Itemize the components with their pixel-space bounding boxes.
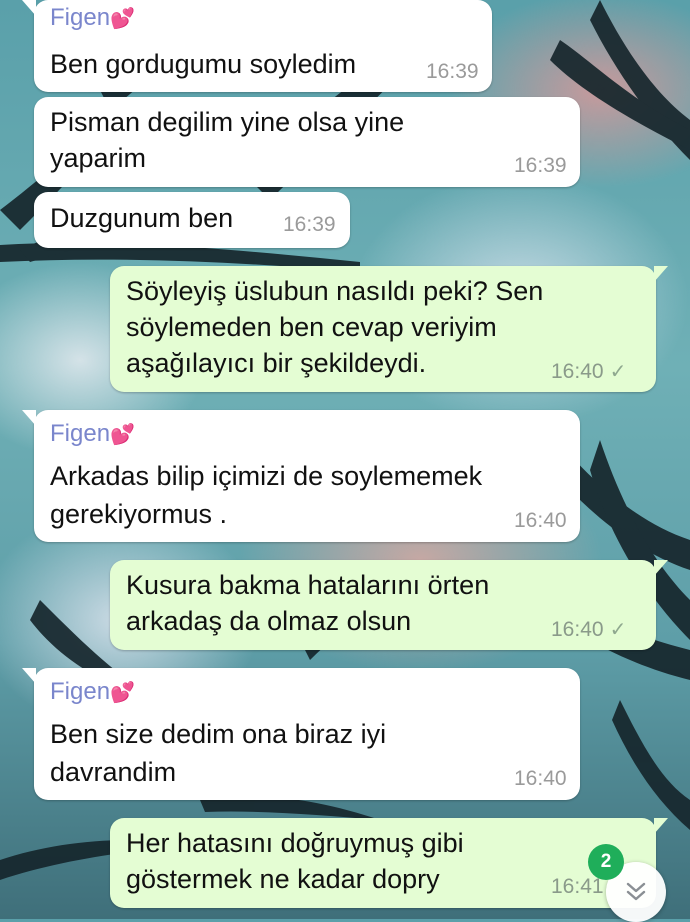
message-bubble-incoming[interactable]: Pisman degilim yine olsa yine yaparim 16… <box>34 97 580 187</box>
sender-name: Figen💕 <box>50 4 135 31</box>
message-text: yaparim <box>50 143 147 173</box>
message-time: 16:39 <box>514 154 567 177</box>
message-time: 16:40 <box>514 767 567 790</box>
message-text: Pisman degilim yine olsa yine <box>50 107 405 137</box>
message-text: Söyleyiş üslubun nasıldı peki? Sen <box>126 276 544 306</box>
check-icon: ✓ <box>609 619 627 641</box>
two-hearts-icon: 💕 <box>110 682 135 704</box>
message-text: Arkadas bilip içimizi de soylememek <box>50 461 483 491</box>
unread-count-badge: 2 <box>588 844 624 880</box>
message-bubble-incoming[interactable]: Figen💕 Arkadas bilip içimizi de soylemem… <box>22 410 580 542</box>
two-hearts-icon: 💕 <box>110 424 135 446</box>
two-hearts-icon: 💕 <box>110 8 135 30</box>
message-text: Her hatasını doğruymuş gibi <box>126 828 464 858</box>
message-bubble-incoming[interactable]: Figen💕 Ben size dedim ona biraz iyi davr… <box>22 668 580 800</box>
message-bubble-outgoing[interactable]: Söyleyiş üslubun nasıldı peki? Sen söyle… <box>110 266 668 392</box>
message-time: 16:40 <box>514 509 567 532</box>
message-time: 16:39 <box>283 213 336 236</box>
message-text: gerekiyormus . <box>50 499 228 529</box>
message-bubble-outgoing[interactable]: Her hatasını doğruymuş gibi göstermek ne… <box>110 818 668 908</box>
double-chevron-down-icon <box>626 882 646 901</box>
message-text: Ben size dedim ona biraz iyi <box>50 719 387 749</box>
message-bubble-incoming[interactable]: Figen💕 Ben gordugumu soyledim 16:39 <box>22 0 492 92</box>
message-time: 16:40 ✓ <box>551 360 627 383</box>
message-text: Duzgunum ben <box>50 203 234 233</box>
message-text: göstermek ne kadar dopry <box>126 864 440 894</box>
message-text: söylemeden ben cevap veriyim <box>126 312 497 342</box>
sender-name: Figen💕 <box>50 420 135 447</box>
message-text: arkadaş da olmaz olsun <box>126 606 412 636</box>
message-time: 16:41 <box>551 875 604 898</box>
message-bubble-outgoing[interactable]: Kusura bakma hatalarını örten arkadaş da… <box>110 560 668 650</box>
message-time: 16:39 <box>426 60 479 83</box>
message-text: Ben gordugumu soyledim <box>50 49 357 79</box>
check-icon: ✓ <box>609 361 627 383</box>
message-text: Kusura bakma hatalarını örten <box>126 570 490 600</box>
message-bubble-incoming[interactable]: Duzgunum ben 16:39 <box>34 192 350 248</box>
sender-name: Figen💕 <box>50 678 135 705</box>
message-text: davrandim <box>50 757 177 787</box>
message-time: 16:40 ✓ <box>551 618 627 641</box>
message-text: aşağılayıcı bir şekildeydi. <box>126 348 427 378</box>
